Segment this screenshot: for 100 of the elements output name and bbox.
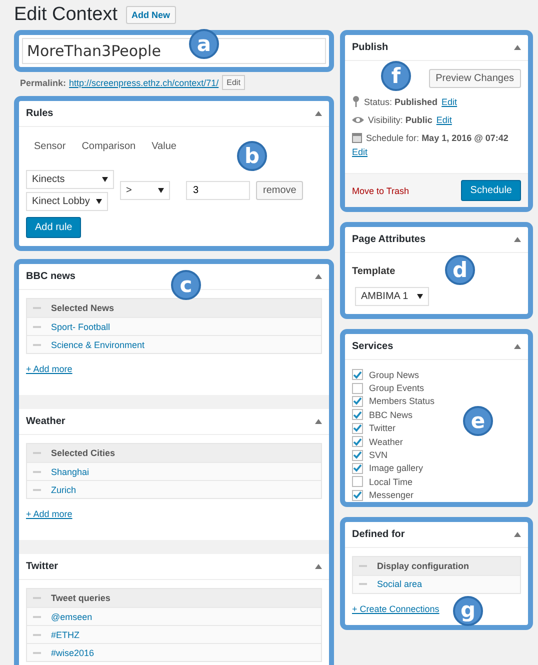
list-item-link[interactable]: Sport- Football xyxy=(51,322,110,332)
collapse-arrow-icon[interactable] xyxy=(315,564,322,569)
callout-marker: d xyxy=(445,255,475,285)
template-select[interactable]: AMBIMA 1 xyxy=(355,287,429,306)
callout-marker: a xyxy=(189,29,219,59)
panel-title: BBC news xyxy=(26,271,76,282)
publish-info-text: Schedule for: May 1, 2016 @ 07:42 xyxy=(366,133,508,143)
list-header: Selected Cities xyxy=(51,448,116,458)
add-new-button[interactable]: Add New xyxy=(126,6,176,24)
panel-title: Twitter xyxy=(26,561,58,572)
panel-title: Page Attributes xyxy=(352,234,426,245)
drag-handle-icon[interactable] xyxy=(33,326,41,328)
callout-marker: e xyxy=(463,406,493,436)
callout-marker: b xyxy=(237,141,267,171)
collapse-arrow-icon[interactable] xyxy=(514,532,521,537)
calendar-icon xyxy=(352,133,362,143)
checkbox[interactable] xyxy=(352,450,363,461)
column-label: Value xyxy=(152,141,176,152)
checkbox[interactable] xyxy=(352,462,363,474)
comparison-select[interactable]: > xyxy=(120,181,170,200)
caret-icon xyxy=(96,199,102,204)
service-label: Weather xyxy=(369,436,403,447)
add-rule-button[interactable]: Add rule xyxy=(26,217,82,238)
collapse-arrow-icon[interactable] xyxy=(315,274,322,279)
collapse-arrow-icon[interactable] xyxy=(514,237,521,242)
eye-icon xyxy=(352,116,364,124)
list-item-link[interactable]: Zurich xyxy=(51,484,76,494)
drag-handle-icon[interactable] xyxy=(33,597,41,599)
drag-handle-icon[interactable] xyxy=(33,616,41,618)
service-label: Messenger xyxy=(369,490,414,500)
service-label: SVN xyxy=(369,450,388,460)
checkbox[interactable] xyxy=(352,396,363,407)
checkbox[interactable] xyxy=(352,382,363,394)
checkbox[interactable] xyxy=(352,369,363,380)
sensor-select[interactable]: Kinect Lobby xyxy=(26,192,108,211)
add-more-link[interactable]: + Add more xyxy=(26,509,72,519)
panel-title: Publish xyxy=(352,42,388,53)
service-label: Image gallery xyxy=(369,463,424,474)
edit-button[interactable]: Edit xyxy=(222,75,246,90)
drag-handle-icon[interactable] xyxy=(33,634,41,636)
checkbox[interactable] xyxy=(352,490,363,501)
preview-changes-button[interactable]: Preview Changes xyxy=(428,69,521,88)
drag-handle-icon[interactable] xyxy=(33,470,41,472)
list-header: Display configuration xyxy=(377,560,470,571)
move-to-trash-link[interactable]: Move to Trash xyxy=(352,186,410,196)
list-item-link[interactable]: #ETHZ xyxy=(51,630,80,640)
list-item-link[interactable]: @emseen xyxy=(51,612,92,622)
edit-link[interactable]: Edit xyxy=(442,96,458,106)
edit-link[interactable]: Edit xyxy=(352,147,368,157)
permalink-link[interactable]: http://screenpress.ethz.ch/context/71/ xyxy=(69,78,219,88)
caret-icon xyxy=(158,188,164,193)
service-label: Twitter xyxy=(369,423,396,434)
add-more-link[interactable]: + Add more xyxy=(26,364,72,374)
list-item-link[interactable]: Shanghai xyxy=(51,466,90,476)
panel-title: Weather xyxy=(26,416,66,427)
drag-handle-icon[interactable] xyxy=(33,452,41,454)
pin-icon xyxy=(352,96,360,107)
publish-info-text: Status: Published xyxy=(364,96,438,106)
sensor-select[interactable]: Kinects xyxy=(26,170,114,189)
checkbox[interactable] xyxy=(352,436,363,448)
publish-info-text: Visibility: Public xyxy=(368,115,432,125)
drag-handle-icon[interactable] xyxy=(33,488,41,490)
service-label: Local Time xyxy=(369,476,413,487)
drag-handle-icon[interactable] xyxy=(359,564,367,567)
edit-link[interactable]: Edit xyxy=(436,115,452,125)
page-title: Edit Context xyxy=(14,4,118,26)
schedule-button[interactable]: Schedule xyxy=(461,180,521,201)
callout-marker: f xyxy=(381,61,411,91)
permalink-label: Permalink: xyxy=(20,78,66,88)
collapse-arrow-icon[interactable] xyxy=(315,111,322,116)
list-item-link[interactable]: Science & Environment xyxy=(51,340,145,350)
list-item-link[interactable]: Social area xyxy=(377,579,422,590)
collapse-arrow-icon[interactable] xyxy=(514,45,521,50)
caret-icon xyxy=(102,177,108,182)
list-item-link[interactable]: #wise2016 xyxy=(51,648,94,658)
panel-title: Rules xyxy=(26,108,54,119)
panel-title: Services xyxy=(352,341,394,352)
column-label: Sensor xyxy=(34,141,66,152)
collapse-arrow-icon[interactable] xyxy=(514,344,521,349)
drag-handle-icon[interactable] xyxy=(359,583,367,586)
service-label: Group News xyxy=(369,370,420,380)
service-label: Group Events xyxy=(369,383,424,394)
drag-handle-icon[interactable] xyxy=(33,344,41,346)
callout-marker: c xyxy=(171,270,201,300)
checkbox[interactable] xyxy=(352,422,363,434)
callout-marker: g xyxy=(453,596,483,626)
collapse-arrow-icon[interactable] xyxy=(315,419,322,424)
value-input[interactable]: 3 xyxy=(186,181,250,200)
service-label: BBC News xyxy=(369,410,413,420)
service-label: Members Status xyxy=(369,396,435,406)
column-label: Comparison xyxy=(82,141,136,152)
list-header: Selected News xyxy=(51,303,114,313)
create-connections-link[interactable]: + Create Connections xyxy=(352,604,440,614)
list-header: Tweet queries xyxy=(51,593,110,603)
caret-icon xyxy=(417,294,423,299)
checkbox[interactable] xyxy=(352,476,363,488)
drag-handle-icon[interactable] xyxy=(33,652,41,654)
drag-handle-icon[interactable] xyxy=(33,307,41,309)
remove-button[interactable]: remove xyxy=(256,181,304,200)
checkbox[interactable] xyxy=(352,409,363,420)
